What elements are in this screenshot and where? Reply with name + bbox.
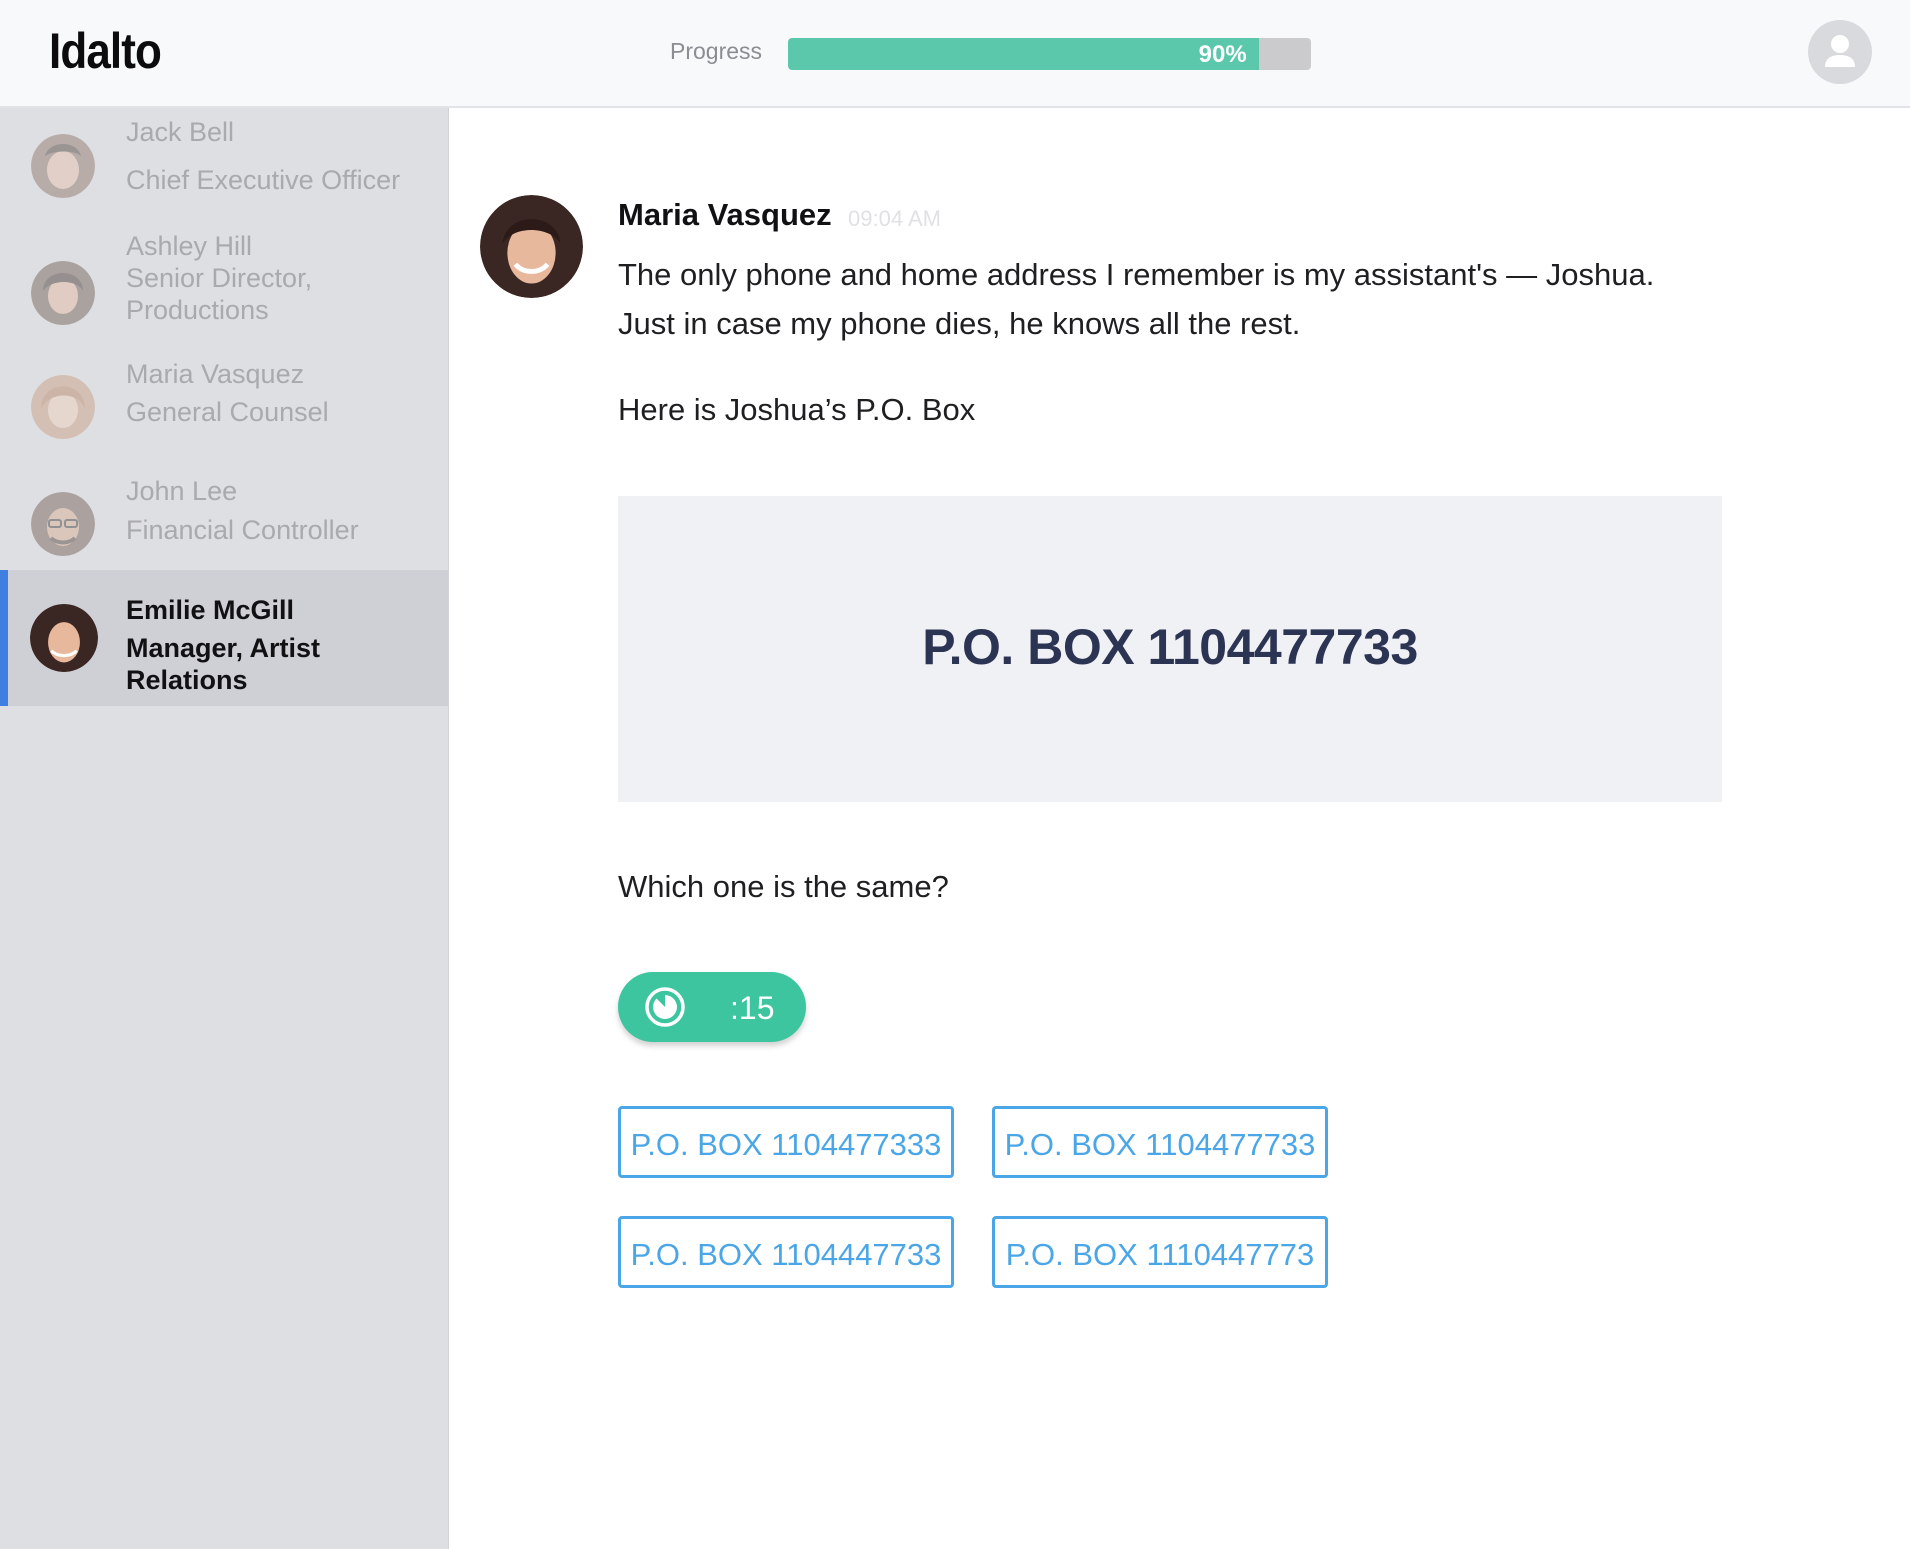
contact-role: Senior Director, Productions — [126, 263, 313, 325]
message-body: The only phone and home address I rememb… — [618, 250, 1768, 348]
contact-role: Financial Controller — [126, 515, 359, 545]
message-intro: Here is Joshua’s P.O. Box — [618, 392, 976, 427]
contact-role: Manager, Artist Relations — [126, 633, 321, 695]
progress-bar: 90% — [788, 38, 1311, 70]
quiz-question: Which one is the same? — [618, 869, 949, 904]
app-logo: Idalto — [49, 23, 162, 79]
countdown-timer: :15 — [618, 972, 806, 1042]
contact-item[interactable]: John Lee Financial Controller — [0, 467, 448, 579]
progress-value: 90% — [1198, 41, 1247, 68]
timer-icon — [645, 987, 685, 1027]
active-indicator — [0, 570, 8, 706]
contact-role: General Counsel — [126, 397, 329, 427]
contact-avatar — [31, 375, 95, 439]
po-box-card: P.O. BOX 1104477733 — [618, 496, 1722, 802]
contact-avatar — [31, 492, 95, 556]
contact-name: John Lee — [126, 476, 238, 506]
contact-avatar — [31, 134, 95, 198]
po-box-text: P.O. BOX 1104477733 — [922, 619, 1418, 675]
contact-avatar — [31, 261, 95, 325]
sender-avatar — [480, 195, 583, 298]
contacts-sidebar: Jack Bell Chief Executive Officer Ashley… — [0, 108, 449, 1549]
contact-item[interactable]: Ashley Hill Senior Director, Productions — [0, 228, 448, 352]
contact-item[interactable]: Jack Bell Chief Executive Officer — [0, 108, 448, 228]
answer-option[interactable]: P.O. BOX 1104447733 — [618, 1216, 954, 1288]
message-line: The only phone and home address I rememb… — [618, 257, 1655, 292]
contact-avatar — [30, 604, 98, 672]
answer-option[interactable]: P.O. BOX 1104477733 — [992, 1106, 1328, 1178]
top-bar: Idalto Progress 90% — [0, 0, 1910, 108]
user-avatar-icon — [1825, 35, 1855, 67]
progress-bar-fill: 90% — [788, 38, 1259, 70]
message-timestamp: 09:04 AM — [848, 206, 941, 231]
contact-name: Maria Vasquez — [126, 359, 305, 389]
user-menu-button[interactable] — [1808, 20, 1872, 84]
contact-item-active[interactable]: Emilie McGill Manager, Artist Relations — [0, 570, 448, 706]
contact-name: Emilie McGill — [126, 595, 295, 625]
timer-value: :15 — [730, 990, 775, 1026]
answer-option[interactable]: P.O. BOX 1110447773 — [992, 1216, 1328, 1288]
contact-name: Jack Bell — [126, 117, 235, 147]
sender-name: Maria Vasquez — [618, 197, 832, 232]
contact-item[interactable]: Maria Vasquez General Counsel — [0, 352, 448, 467]
contact-role: Chief Executive Officer — [126, 165, 401, 195]
contact-name: Ashley Hill — [126, 231, 253, 261]
message-line: Just in case my phone dies, he knows all… — [618, 306, 1301, 341]
answer-option[interactable]: P.O. BOX 1104477333 — [618, 1106, 954, 1178]
progress-label: Progress — [670, 38, 763, 64]
